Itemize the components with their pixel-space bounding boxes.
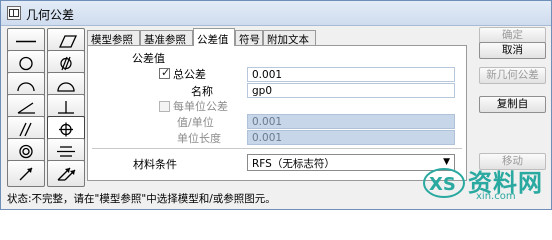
total-runout-tool[interactable] <box>47 160 85 187</box>
tab-additional-text[interactable]: 附加文本 <box>263 30 316 46</box>
gtol-dialog: 几何公差 模型参照 基准参照 公差值 符号 附加文本 公差值 ✓ 总公差 0.0… <box>0 0 552 210</box>
window-title: 几何公差 <box>26 8 75 22</box>
copy-from-button[interactable]: 复制自 <box>479 96 546 113</box>
total-tolerance-input[interactable]: 0.001 <box>247 67 455 82</box>
watermark: XS 资料网 xin.com <box>416 153 551 209</box>
tab-symbol[interactable]: 符号 <box>235 30 263 46</box>
check-mark-icon: ✓ <box>161 66 171 79</box>
unit-length-label: 单位长度 <box>177 132 221 145</box>
total-tolerance-checkbox[interactable]: ✓ <box>159 66 171 79</box>
value-per-unit-input[interactable]: 0.001 <box>247 114 455 129</box>
name-input[interactable]: gp0 <box>247 83 455 98</box>
section-label: 公差值 <box>132 52 165 65</box>
watermark-subtext: xin.com <box>476 191 516 202</box>
app-icon <box>7 6 21 20</box>
material-condition-value: RFS（无标志符） <box>252 158 335 170</box>
name-label: 名称 <box>191 85 213 98</box>
total-runout-icon <box>57 167 76 181</box>
tolerance-value-panel: 公差值 ✓ 总公差 0.001 名称 gp0 每单位公差 值/单位 0.001 … <box>87 45 467 181</box>
tab-tolerance-value[interactable]: 公差值 <box>193 28 235 46</box>
per-unit-tolerance-label: 每单位公差 <box>173 100 228 113</box>
title-bar: 几何公差 <box>1 1 551 26</box>
status-text: 状态:不完整，请在"模型参照"中选择模型和/或参照图元。 <box>7 193 276 205</box>
circular-runout-icon <box>19 167 33 181</box>
total-tolerance-label: 总公差 <box>173 68 206 81</box>
per-unit-tolerance-checkbox[interactable] <box>159 101 170 112</box>
tab-datum-refs[interactable]: 基准参照 <box>140 30 193 46</box>
cancel-button[interactable]: 取消 <box>479 42 546 59</box>
circular-runout-tool[interactable] <box>7 160 45 187</box>
separator <box>92 148 462 149</box>
new-gtol-button[interactable]: 新几何公差 <box>479 67 546 84</box>
svg-text:XS: XS <box>429 174 456 195</box>
material-condition-label: 材料条件 <box>133 158 177 171</box>
tab-model-refs[interactable]: 模型参照 <box>87 30 140 46</box>
value-per-unit-label: 值/单位 <box>177 116 214 129</box>
watermark-logo-icon: XS <box>423 168 465 198</box>
unit-length-input[interactable]: 0.001 <box>247 130 455 145</box>
